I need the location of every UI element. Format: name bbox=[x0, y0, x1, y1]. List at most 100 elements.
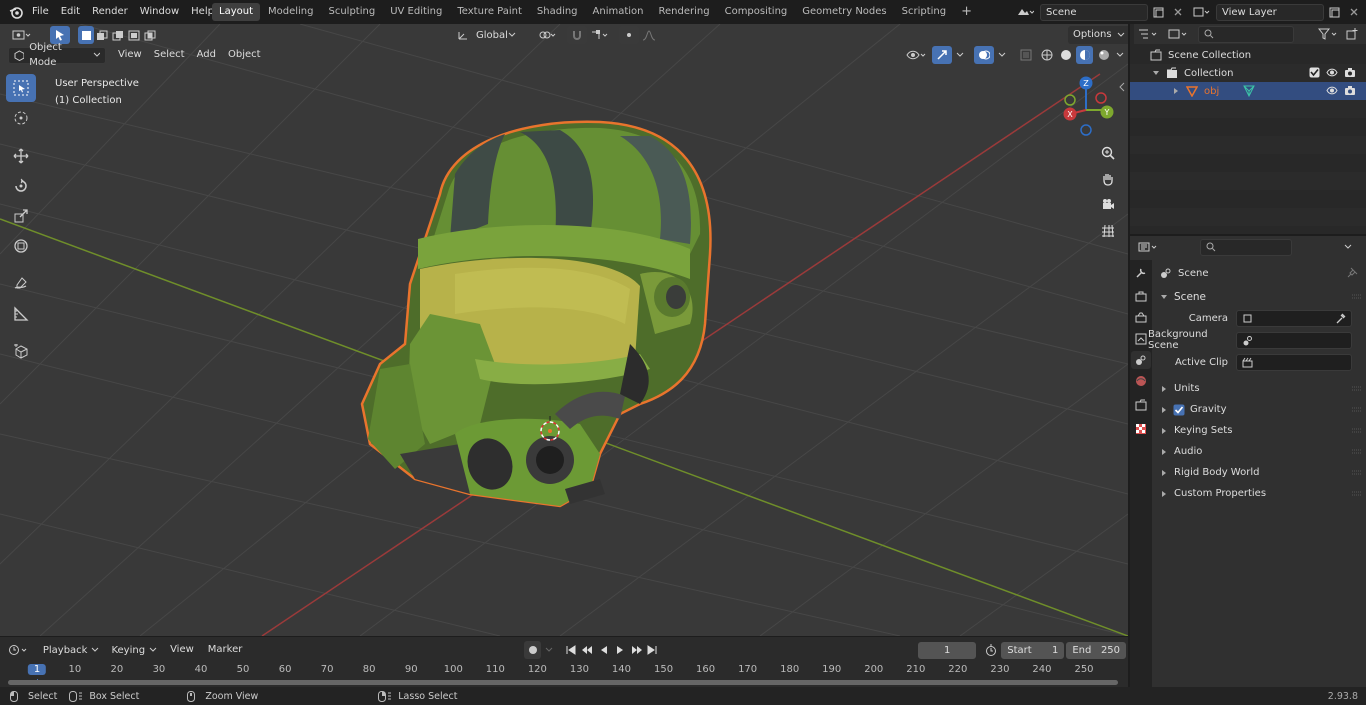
tab-world-icon[interactable] bbox=[1131, 372, 1151, 390]
audio-panel[interactable]: Audio bbox=[1154, 441, 1364, 462]
proportional-falloff-icon[interactable] bbox=[639, 26, 659, 44]
camera-render-icon[interactable] bbox=[1344, 67, 1356, 78]
select-invert-icon[interactable] bbox=[126, 26, 142, 44]
camera-view-icon[interactable] bbox=[1096, 193, 1120, 217]
start-frame-field[interactable]: Start 1 bbox=[1001, 641, 1065, 659]
snap-target-icon[interactable] bbox=[587, 26, 613, 44]
current-frame-field[interactable]: 1 bbox=[918, 641, 977, 659]
outliner-row-collection[interactable]: Collection bbox=[1130, 64, 1366, 82]
menu-file[interactable]: File bbox=[26, 0, 55, 24]
drag-handle-icon[interactable] bbox=[1352, 386, 1362, 391]
overlays-toggle-icon[interactable] bbox=[974, 46, 994, 64]
playback-menu[interactable]: Playback bbox=[38, 642, 105, 659]
display-mode-icon[interactable] bbox=[1164, 25, 1192, 43]
camera-render-icon[interactable] bbox=[1344, 85, 1356, 96]
menu-render[interactable]: Render bbox=[86, 0, 134, 24]
tab-rendering[interactable]: Rendering bbox=[652, 3, 717, 21]
properties-search-input[interactable] bbox=[1200, 238, 1292, 256]
tab-texture-icon[interactable] bbox=[1131, 420, 1151, 438]
tab-texture-paint[interactable]: Texture Paint bbox=[450, 3, 529, 21]
drag-handle-icon[interactable] bbox=[1352, 428, 1362, 433]
outliner-row-obj[interactable]: obj bbox=[1130, 82, 1366, 100]
scene-name-field[interactable]: Scene bbox=[1040, 3, 1148, 21]
drag-handle-icon[interactable] bbox=[1352, 449, 1362, 454]
units-panel[interactable]: Units bbox=[1154, 378, 1364, 399]
drag-handle-icon[interactable] bbox=[1352, 407, 1362, 412]
shading-wireframe-icon[interactable] bbox=[1038, 46, 1055, 64]
navigation-gizmo[interactable]: Z Y X bbox=[1055, 74, 1115, 136]
select-subtract-icon[interactable] bbox=[110, 26, 126, 44]
move-tool[interactable] bbox=[6, 142, 36, 170]
add-workspace-icon[interactable]: + bbox=[954, 3, 979, 21]
viewport-3d[interactable]: Global Options Object Mode View Select A… bbox=[0, 24, 1128, 636]
xray-toggle-icon[interactable] bbox=[1016, 46, 1036, 64]
tab-compositing[interactable]: Compositing bbox=[718, 3, 795, 21]
outliner-editor-type-icon[interactable] bbox=[1134, 25, 1162, 43]
tab-sculpting[interactable]: Sculpting bbox=[322, 3, 383, 21]
viewport-menu-add[interactable]: Add bbox=[191, 46, 222, 64]
tab-scene-icon[interactable] bbox=[1131, 351, 1151, 369]
viewport-menu-object[interactable]: Object bbox=[222, 46, 267, 64]
exclude-checkbox[interactable] bbox=[1309, 67, 1320, 78]
properties-editor-type-icon[interactable] bbox=[1134, 238, 1162, 256]
pan-view-icon[interactable] bbox=[1096, 167, 1120, 191]
annotate-tool[interactable] bbox=[6, 270, 36, 298]
eye-icon[interactable] bbox=[1326, 85, 1338, 96]
drag-handle-icon[interactable] bbox=[1352, 470, 1362, 475]
record-keyframe-icon[interactable] bbox=[524, 641, 542, 659]
select-extend-icon[interactable] bbox=[94, 26, 110, 44]
drag-handle-icon[interactable] bbox=[1352, 491, 1362, 496]
rotate-tool[interactable] bbox=[6, 172, 36, 200]
tab-shading[interactable]: Shading bbox=[530, 3, 585, 21]
delete-view-layer-icon[interactable] bbox=[1344, 3, 1364, 21]
pivot-point-icon[interactable] bbox=[535, 26, 561, 44]
jump-end-icon[interactable] bbox=[646, 641, 660, 659]
delete-scene-icon[interactable] bbox=[1168, 3, 1188, 21]
transform-orientation-dropdown[interactable]: Global bbox=[471, 27, 521, 44]
add-cube-tool[interactable] bbox=[6, 338, 36, 366]
tab-modeling[interactable]: Modeling bbox=[261, 3, 321, 21]
camera-field[interactable] bbox=[1236, 309, 1352, 327]
tab-render-icon[interactable] bbox=[1131, 288, 1151, 306]
menu-edit[interactable]: Edit bbox=[55, 0, 86, 24]
cursor-tool[interactable] bbox=[6, 104, 36, 132]
scale-tool[interactable] bbox=[6, 202, 36, 230]
eye-icon[interactable] bbox=[1326, 67, 1338, 78]
outliner-row-scene-collection[interactable]: Scene Collection bbox=[1130, 46, 1366, 64]
proportional-editing-icon[interactable] bbox=[619, 26, 639, 44]
sidebar-toggle-icon[interactable] bbox=[1118, 82, 1126, 92]
gizmo-dropdown-icon[interactable] bbox=[954, 46, 966, 64]
tab-tool-icon[interactable] bbox=[1131, 264, 1151, 282]
scene-panel-header[interactable]: Scene bbox=[1154, 286, 1364, 307]
snap-icon[interactable] bbox=[567, 26, 587, 44]
view-layer-selector-icon[interactable] bbox=[1188, 3, 1214, 21]
tab-geometry-nodes[interactable]: Geometry Nodes bbox=[795, 3, 893, 21]
overlays-dropdown-icon[interactable] bbox=[996, 46, 1008, 64]
gravity-checkbox[interactable] bbox=[1173, 404, 1185, 416]
gravity-panel[interactable]: Gravity bbox=[1154, 399, 1364, 420]
active-clip-field[interactable] bbox=[1236, 353, 1352, 371]
toggle-ortho-icon[interactable] bbox=[1096, 219, 1120, 243]
outliner-search-input[interactable] bbox=[1198, 25, 1294, 43]
tab-uv-editing[interactable]: UV Editing bbox=[383, 3, 449, 21]
timeline-ruler[interactable]: 1 10 20 30 40 50 60 70 80 90 100 110 120 130 140 150 160… bbox=[0, 662, 1128, 685]
options-button[interactable]: Options bbox=[1068, 26, 1128, 44]
blender-logo-icon[interactable] bbox=[6, 5, 26, 19]
jump-prev-keyframe-icon[interactable] bbox=[580, 641, 594, 659]
shading-material-icon[interactable] bbox=[1076, 46, 1093, 64]
keying-menu[interactable]: Keying bbox=[106, 642, 162, 659]
transform-tool[interactable] bbox=[6, 232, 36, 260]
viewport-menu-view[interactable]: View bbox=[112, 46, 148, 64]
pin-icon[interactable] bbox=[1347, 267, 1358, 278]
new-view-layer-icon[interactable] bbox=[1324, 3, 1344, 21]
timeline-editor-type-icon[interactable] bbox=[6, 641, 30, 659]
tab-layout[interactable]: Layout bbox=[212, 3, 260, 21]
jump-next-keyframe-icon[interactable] bbox=[629, 641, 643, 659]
select-intersect-icon[interactable] bbox=[142, 26, 158, 44]
new-collection-icon[interactable] bbox=[1344, 25, 1360, 43]
timeline-menu-marker[interactable]: Marker bbox=[202, 640, 249, 660]
measure-tool[interactable] bbox=[6, 300, 36, 328]
shading-dropdown-icon[interactable] bbox=[1114, 46, 1126, 64]
background-scene-field[interactable] bbox=[1236, 331, 1352, 349]
tab-output-icon[interactable] bbox=[1131, 309, 1151, 327]
